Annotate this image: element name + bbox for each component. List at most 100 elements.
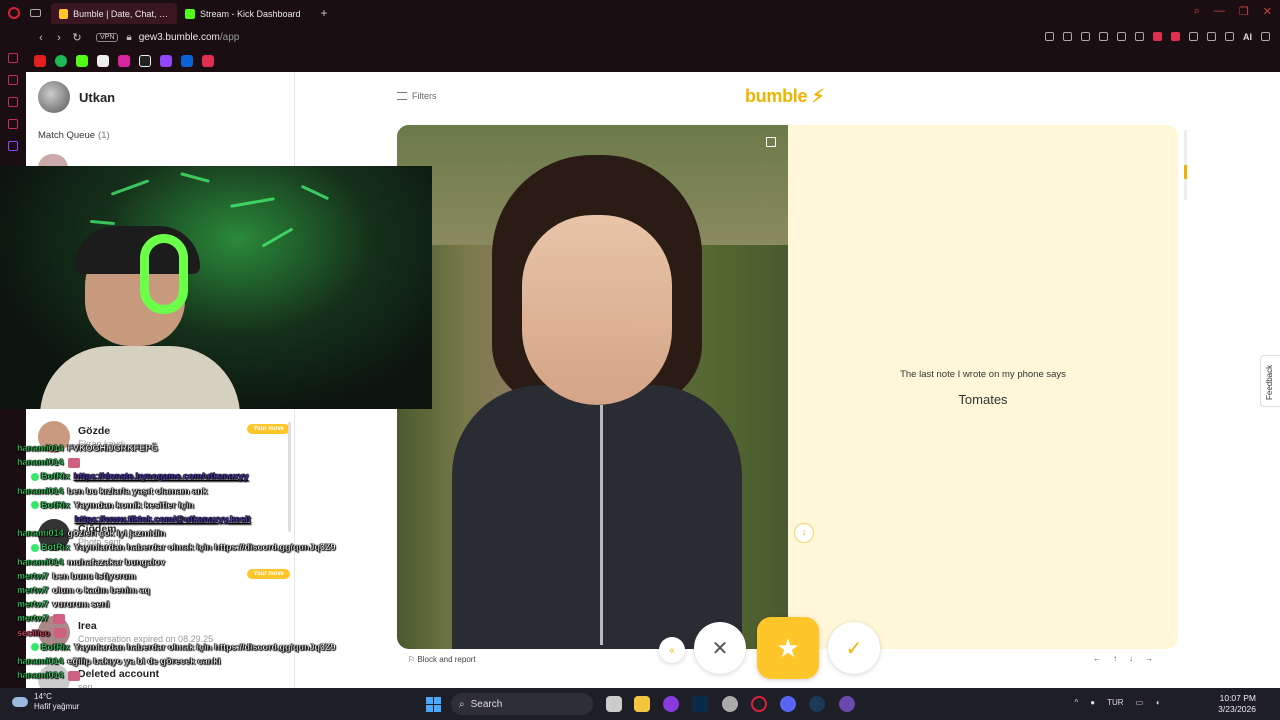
- my-username[interactable]: Utkan: [79, 90, 115, 105]
- download-icon[interactable]: [1207, 32, 1216, 41]
- chat-message: mertw7: [17, 613, 65, 625]
- file-explorer-icon[interactable]: [634, 696, 650, 712]
- pin-icon[interactable]: [1045, 32, 1054, 41]
- chat-text: https://www.tiktok.com/@utkanaxyy.kesit: [75, 514, 251, 524]
- new-tab-button[interactable]: +: [321, 6, 328, 20]
- search-tabs-icon[interactable]: ⌕: [1194, 5, 1200, 18]
- profile-info-card: The last note I wrote on my phone says T…: [788, 125, 1178, 649]
- adblock-icon[interactable]: [1153, 32, 1162, 41]
- app-clock-icon[interactable]: [722, 696, 738, 712]
- extension-red-icon[interactable]: [1171, 32, 1180, 41]
- expand-photo-icon[interactable]: [766, 137, 776, 147]
- scroll-down-arrow-icon[interactable]: ↓: [794, 523, 814, 543]
- instagram-icon[interactable]: [118, 55, 130, 67]
- search-label: Search: [470, 698, 503, 710]
- webcam-overlay: [0, 166, 432, 409]
- superswipe-button[interactable]: ★: [757, 617, 819, 679]
- weather-widget[interactable]: 14°C Hafif yağmur: [12, 692, 79, 712]
- bumble-logo: bumble ⚡︎: [745, 86, 825, 106]
- language-indicator[interactable]: TUR: [1107, 698, 1123, 707]
- url-field[interactable]: gew3.bumble.com/app: [139, 32, 240, 43]
- windows-taskbar: 14°C Hafif yağmur ⌕ Search ^ ● TUR ▭ ◖ 1…: [0, 688, 1280, 720]
- twitch-icon[interactable]: [160, 55, 172, 67]
- snapshot-icon[interactable]: [1063, 32, 1072, 41]
- url-host: gew3.bumble.com: [138, 32, 220, 43]
- app-extra-icon[interactable]: [839, 696, 855, 712]
- chat-text: vururum seni: [52, 599, 110, 610]
- ai-button[interactable]: AI: [1243, 32, 1252, 42]
- profile-photo[interactable]: [397, 125, 788, 649]
- taskbar-search[interactable]: ⌕ Search: [451, 693, 593, 715]
- search-icon: ⌕: [459, 698, 465, 710]
- chat-message: mertw7 vururum seni: [17, 599, 110, 609]
- feedback-tab[interactable]: Feedback: [1260, 355, 1280, 407]
- conversations-scrollbar[interactable]: [288, 422, 291, 532]
- tab-bumble[interactable]: Bumble | Date, Chat, Meet: [51, 3, 177, 24]
- aria-icon[interactable]: [8, 53, 18, 63]
- twitch-sidebar-icon[interactable]: [8, 141, 18, 151]
- taskbar-clock[interactable]: 10:07 PM 3/23/2026: [1218, 693, 1256, 715]
- kick-icon[interactable]: [76, 55, 88, 67]
- youtube-icon[interactable]: [34, 55, 46, 67]
- play-icon[interactable]: [1117, 32, 1126, 41]
- conversation-name: Gözde: [78, 425, 111, 437]
- bot-badge-icon: [31, 473, 39, 482]
- heart-icon[interactable]: [1135, 32, 1144, 41]
- extensions-icon[interactable]: [1189, 32, 1198, 41]
- steam-icon[interactable]: [809, 696, 825, 712]
- close-window-icon[interactable]: ✕: [1263, 5, 1272, 18]
- back-arrow-icon[interactable]: ‹: [32, 32, 50, 44]
- opera-taskbar-icon[interactable]: [751, 696, 767, 712]
- mic-icon[interactable]: ●: [1090, 698, 1095, 707]
- instagram-sidebar-icon[interactable]: [8, 119, 18, 129]
- extension-bookmark-icon[interactable]: [202, 55, 214, 67]
- like-button[interactable]: ✓: [828, 622, 880, 674]
- minimize-icon[interactable]: —: [1214, 5, 1225, 18]
- vpn-badge[interactable]: VPN: [96, 33, 119, 42]
- chat-username: mertw7: [17, 613, 49, 624]
- network-icon[interactable]: ▭: [1136, 698, 1144, 707]
- address-bar: ‹ › ↻ VPN 🔒︎ gew3.bumble.com/app AI: [26, 25, 1280, 50]
- reload-icon[interactable]: ↻: [68, 31, 86, 44]
- chat-username: mertw7: [17, 599, 49, 610]
- task-view-icon[interactable]: [606, 696, 622, 712]
- translate-icon[interactable]: [1099, 32, 1108, 41]
- clock-time: 10:07 PM: [1219, 693, 1256, 703]
- chat-username: hanami014: [17, 443, 64, 453]
- photoshop-icon[interactable]: [692, 696, 708, 712]
- start-button[interactable]: [426, 697, 441, 712]
- app-purple-icon[interactable]: [663, 696, 679, 712]
- card-scrollbar[interactable]: [1184, 130, 1187, 200]
- outlook-icon[interactable]: [181, 55, 193, 67]
- chat-message: hanami014 FVKOGHIJGRKFEPĞ: [17, 443, 158, 453]
- maximize-icon[interactable]: ❐: [1239, 5, 1249, 18]
- chat-username: secilico: [17, 627, 51, 638]
- match-queue-label: Match Queue: [38, 130, 96, 141]
- backtrack-button[interactable]: «: [659, 637, 685, 663]
- forward-arrow-icon[interactable]: ›: [50, 32, 68, 44]
- filters-button[interactable]: Filters: [397, 91, 437, 101]
- bag-icon[interactable]: [8, 75, 18, 85]
- volume-icon[interactable]: ◖: [1155, 698, 1160, 707]
- chat-emote-icon: [52, 614, 65, 625]
- pass-button[interactable]: ✕: [694, 622, 746, 674]
- filters-icon: [397, 92, 407, 100]
- opera-logo-icon[interactable]: [8, 6, 20, 19]
- tiktok-icon[interactable]: [139, 55, 151, 67]
- messenger-icon[interactable]: [8, 97, 18, 107]
- block-and-report-link[interactable]: ⚐ Block and report: [408, 655, 476, 664]
- tray-chevron-icon[interactable]: ^: [1075, 698, 1079, 707]
- profile-icon[interactable]: [1225, 32, 1234, 41]
- tab-kick-dashboard[interactable]: Stream - Kick Dashboard: [177, 3, 309, 24]
- chat-text: muhafazakar bungalov: [67, 556, 166, 567]
- chat-message: hanami014: [17, 457, 80, 468]
- my-avatar[interactable]: [38, 81, 70, 113]
- chat-text: olum o kadın benim aq: [52, 585, 151, 595]
- workspaces-icon[interactable]: [30, 8, 41, 17]
- shield-icon[interactable]: [1081, 32, 1090, 41]
- x-icon[interactable]: [97, 55, 109, 67]
- chat-text: Yayından komik kesitler için: [74, 499, 195, 510]
- menu-icon[interactable]: [1261, 32, 1270, 41]
- discord-icon[interactable]: [780, 696, 796, 712]
- spotify-icon[interactable]: [55, 55, 67, 67]
